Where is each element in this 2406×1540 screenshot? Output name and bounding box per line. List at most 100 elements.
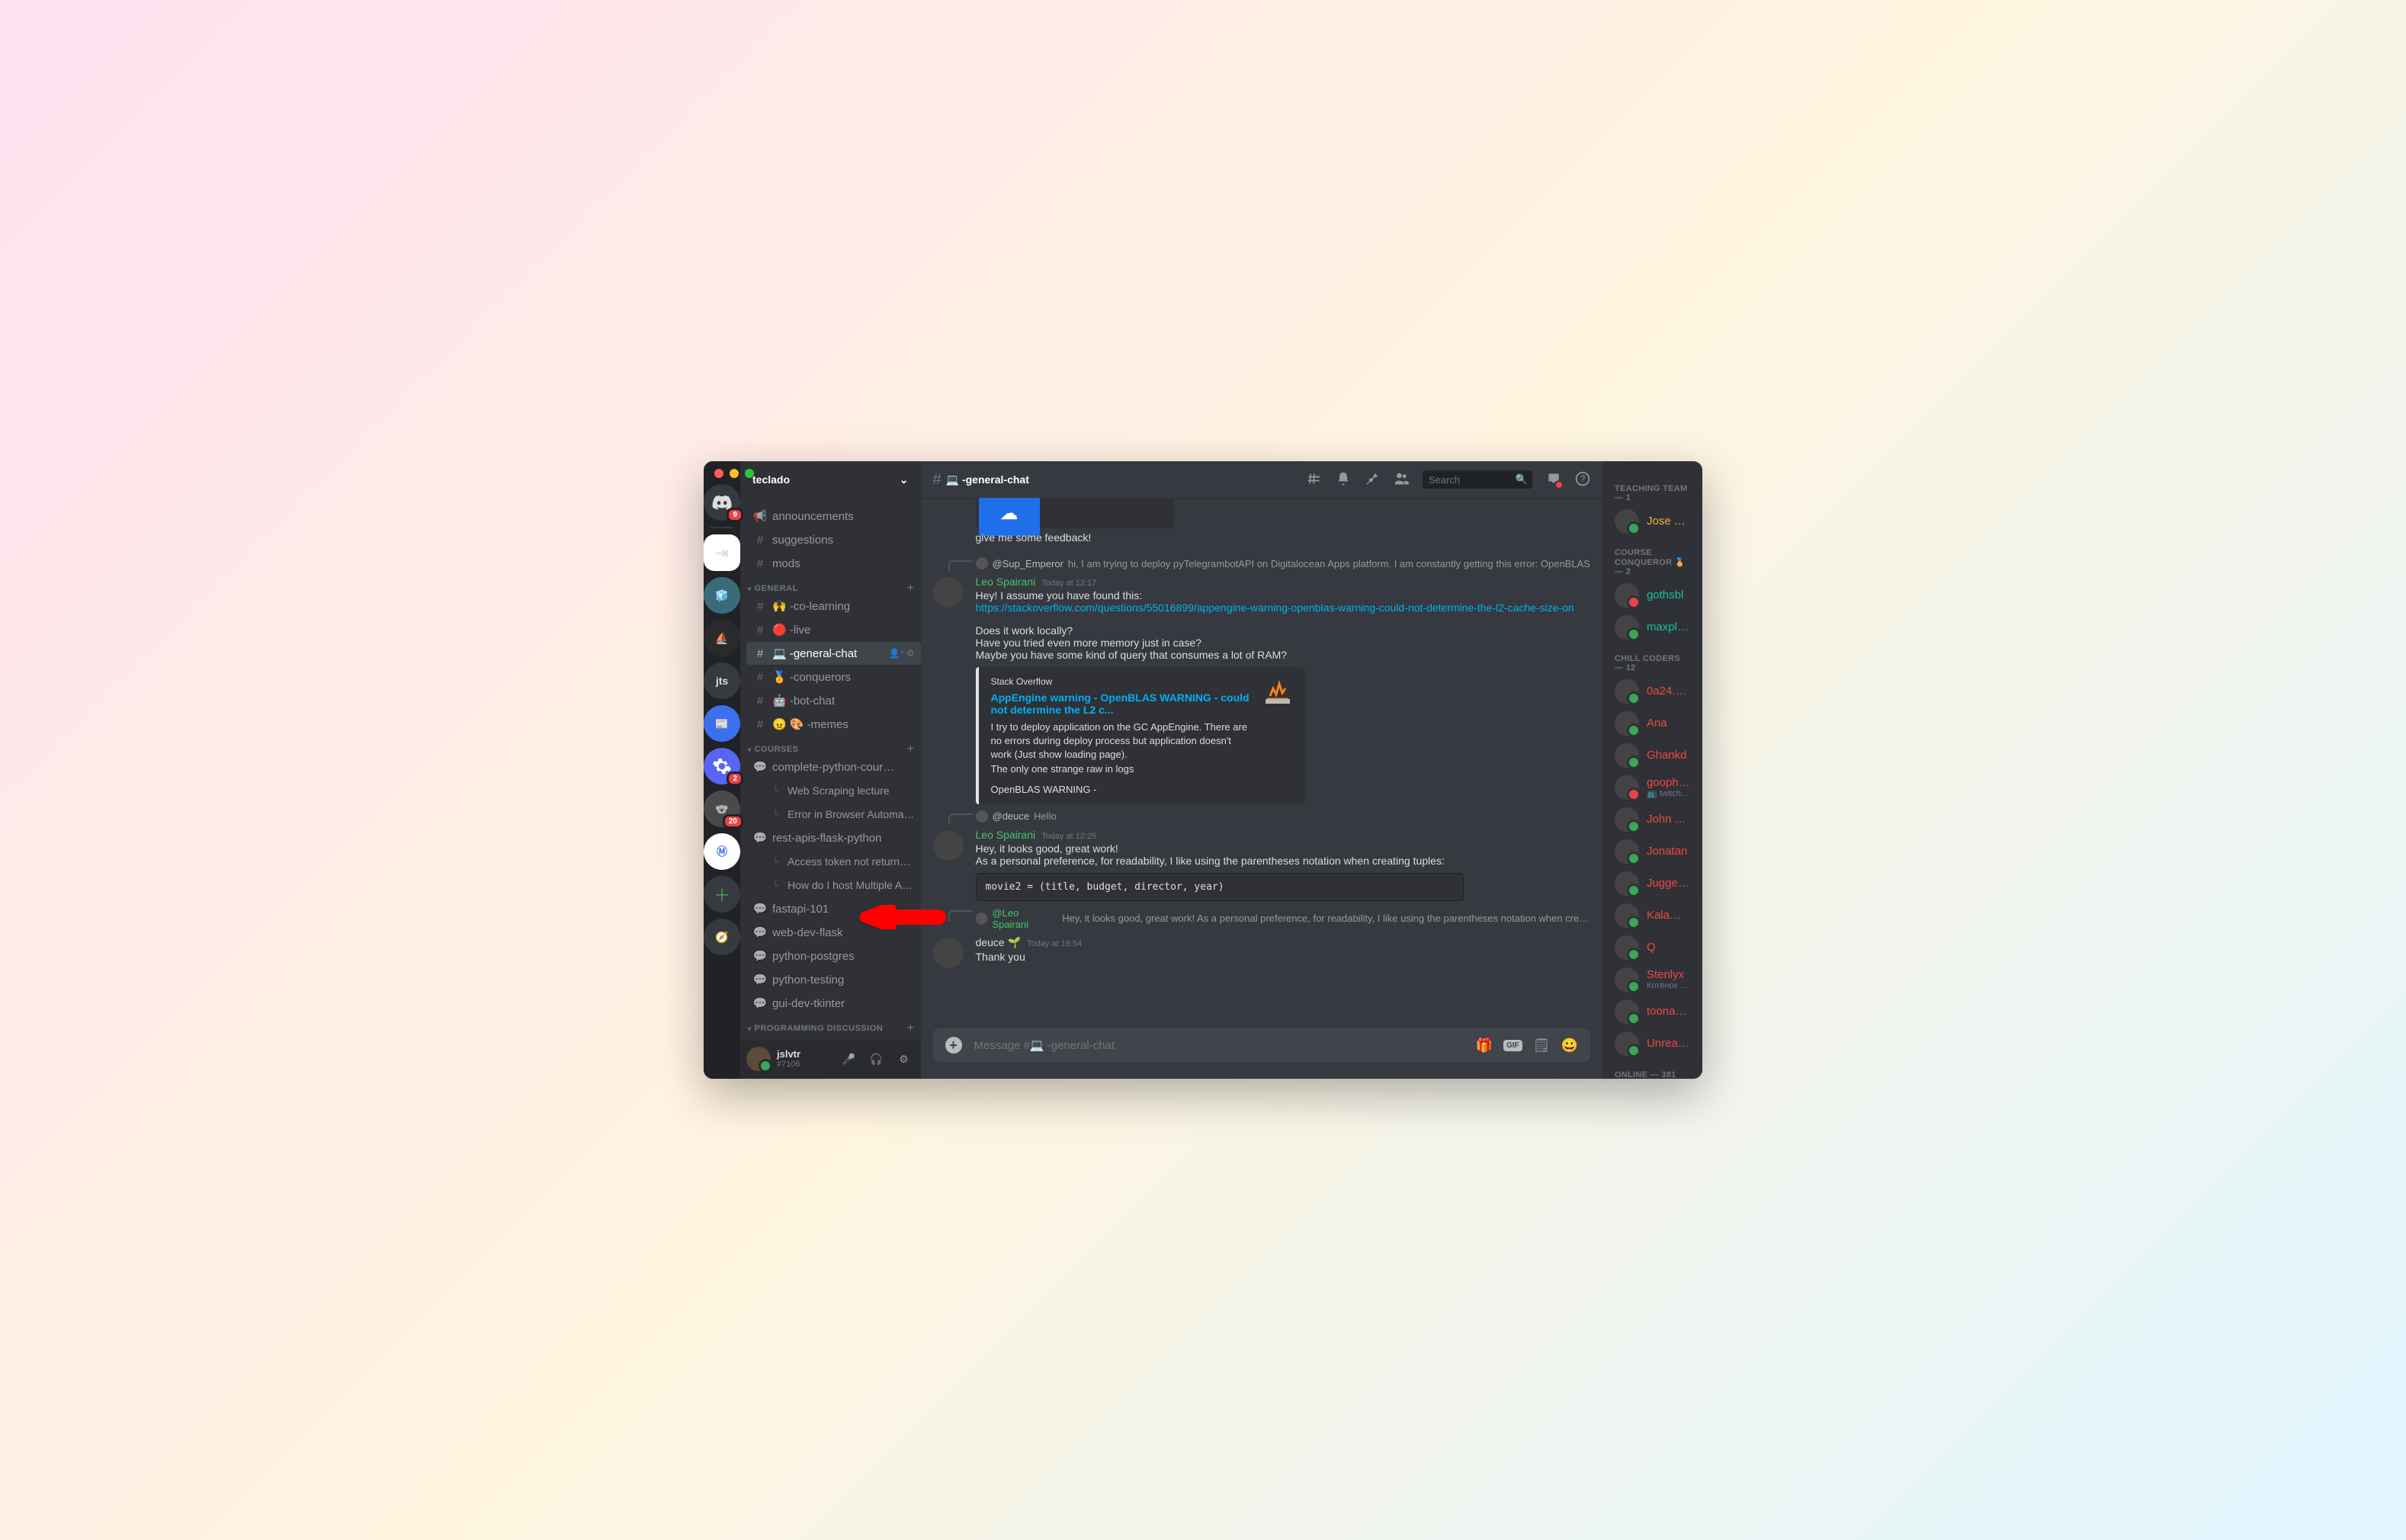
- chevron-down-icon: ▾: [748, 1025, 752, 1032]
- gift-button[interactable]: 🎁: [1476, 1038, 1493, 1054]
- server-item[interactable]: 2: [704, 748, 740, 784]
- user-names[interactable]: jslvtr #7106: [777, 1049, 832, 1069]
- server-item[interactable]: jts: [704, 663, 740, 699]
- role-header: CHILL CODERS — 12: [1609, 643, 1696, 675]
- message-author[interactable]: deuce 🌱: [976, 936, 1021, 949]
- member-item[interactable]: toonarmycaptain: [1609, 996, 1696, 1028]
- forum-channel[interactable]: 💬web-dev-flask: [746, 921, 921, 944]
- channel-label: Error in Browser Automa…: [788, 808, 915, 820]
- member-avatar: [1615, 999, 1639, 1024]
- server-item[interactable]: Ⓜ: [704, 833, 740, 870]
- reply-reference[interactable]: @Leo SpairaniHey, it looks good, great w…: [976, 903, 1590, 930]
- notifications-button[interactable]: [1336, 471, 1351, 489]
- attachment-preview[interactable]: ☁: [976, 498, 1174, 528]
- create-channel-button[interactable]: +: [907, 582, 915, 595]
- server-item[interactable]: 🧊: [704, 577, 740, 614]
- forum-channel[interactable]: 💬gui-dev-tkinter: [746, 992, 921, 1015]
- explore-servers-button[interactable]: 🧭: [704, 919, 740, 955]
- inbox-button[interactable]: [1546, 471, 1561, 489]
- deafen-button[interactable]: 🎧: [866, 1048, 887, 1070]
- reply-reference[interactable]: @Sup_Emperorhi, I am trying to deploy py…: [976, 553, 1590, 569]
- reply-avatar: [976, 913, 988, 925]
- forum-channel[interactable]: 💬python-testing: [746, 968, 921, 991]
- message-author[interactable]: Leo Spairani: [976, 576, 1036, 588]
- member-item[interactable]: Kalamitis: [1609, 900, 1696, 932]
- text-channel[interactable]: #🔴 -live: [746, 618, 921, 641]
- member-item[interactable]: Jonatan: [1609, 836, 1696, 868]
- member-item[interactable]: maxplayer: [1609, 611, 1696, 643]
- member-item[interactable]: John Strack: [1609, 804, 1696, 836]
- thread-item[interactable]: └How do I host Multiple A…: [746, 874, 921, 897]
- home-button[interactable]: 9: [704, 484, 740, 521]
- minimize-window-button[interactable]: [730, 469, 739, 478]
- forum-channel[interactable]: 💬fastapi-101: [746, 897, 921, 920]
- create-channel-button[interactable]: +: [907, 1022, 915, 1035]
- settings-button[interactable]: ⚙: [893, 1048, 915, 1070]
- close-window-button[interactable]: [714, 469, 723, 478]
- reply-reference[interactable]: @deuceHello: [976, 806, 1590, 823]
- threads-button[interactable]: [1307, 471, 1322, 489]
- member-avatar: [1615, 935, 1639, 960]
- message-link[interactable]: https://stackoverflow.com/questions/5501…: [976, 602, 1574, 614]
- category-header[interactable]: ▾PROGRAMMING DISCUSSION+: [746, 1015, 921, 1034]
- message-input[interactable]: [973, 1038, 1465, 1053]
- thread-item[interactable]: └Web Scraping lecture: [746, 779, 921, 802]
- maximize-window-button[interactable]: [745, 469, 754, 478]
- member-item[interactable]: Ghankd: [1609, 740, 1696, 772]
- text-channel[interactable]: #😠 🎨 -memes: [746, 713, 921, 736]
- reply-text: hi, I am trying to deploy pyTelegrambotA…: [1068, 558, 1590, 569]
- server-teclado[interactable]: ⇥: [704, 534, 740, 571]
- thread-item[interactable]: └Access token not return…: [746, 850, 921, 873]
- mute-button[interactable]: 🎤: [839, 1048, 860, 1070]
- member-item[interactable]: UnrealEugene: [1609, 1028, 1696, 1060]
- member-item[interactable]: Juggernaut2117: [1609, 868, 1696, 900]
- chat-icon: 💬: [752, 831, 768, 845]
- thread-item[interactable]: └Error in Browser Automa…: [746, 803, 921, 826]
- server-item[interactable]: ⛵: [704, 620, 740, 656]
- help-button[interactable]: ?: [1575, 471, 1590, 489]
- message-avatar[interactable]: [933, 938, 964, 968]
- text-channel[interactable]: #🏅 -conquerors: [746, 666, 921, 688]
- search-box[interactable]: 🔍: [1423, 470, 1532, 489]
- app-window: 9 ⇥ 🧊 ⛵ jts 📰 2 🐨20 Ⓜ ＋ 🧭 teclado ⌄ 📢ann…: [704, 461, 1702, 1079]
- gif-button[interactable]: GIF: [1503, 1040, 1522, 1051]
- member-item[interactable]: StenlyxКотёнок Лерочки <33: [1609, 964, 1696, 996]
- create-channel-button[interactable]: +: [907, 743, 915, 756]
- text-channel[interactable]: #💻 -general-chat👤⁺ ⚙: [746, 642, 921, 665]
- forum-channel[interactable]: 💬rest-apis-flask-python: [746, 826, 921, 849]
- text-channel[interactable]: #mods: [746, 552, 921, 575]
- text-channel[interactable]: 📢announcements: [746, 505, 921, 528]
- attach-button[interactable]: +: [945, 1037, 962, 1054]
- search-input[interactable]: [1427, 473, 1511, 486]
- text-channel[interactable]: #🤖 -bot-chat: [746, 689, 921, 712]
- chat-icon: 💬: [752, 996, 768, 1010]
- message-author[interactable]: Leo Spairani: [976, 829, 1036, 841]
- add-server-button[interactable]: ＋: [704, 876, 740, 913]
- gear-icon[interactable]: ⚙: [906, 648, 915, 659]
- reply-text: Hey, it looks good, great work! As a per…: [1062, 913, 1590, 924]
- member-item[interactable]: goophbal📺 twitch.tv/goophbal: [1609, 772, 1696, 804]
- category-header[interactable]: ▾COURSES+: [746, 736, 921, 755]
- invite-icon[interactable]: 👤⁺: [888, 648, 904, 659]
- category-header[interactable]: ▾GENERAL+: [746, 576, 921, 594]
- forum-channel[interactable]: 💬complete-python-cour…: [746, 756, 921, 778]
- members-toggle-button[interactable]: [1394, 471, 1409, 489]
- user-avatar[interactable]: [746, 1047, 771, 1071]
- text-channel[interactable]: #🙌 -co-learning: [746, 595, 921, 618]
- member-item[interactable]: Ana: [1609, 707, 1696, 740]
- member-item[interactable]: Jose Salvatierra 👑: [1609, 505, 1696, 537]
- pinned-button[interactable]: [1365, 471, 1380, 489]
- text-channel[interactable]: #suggestions: [746, 528, 921, 551]
- server-item[interactable]: 🐨20: [704, 791, 740, 827]
- member-item[interactable]: Q: [1609, 932, 1696, 964]
- message-avatar[interactable]: [933, 577, 964, 608]
- link-embed[interactable]: Stack OverflowAppEngine warning - OpenBL…: [976, 667, 1305, 804]
- forum-channel[interactable]: 💬python-postgres: [746, 945, 921, 967]
- emoji-button[interactable]: 😀: [1561, 1038, 1578, 1054]
- message-avatar[interactable]: [933, 830, 964, 861]
- server-item[interactable]: 📰: [704, 705, 740, 742]
- server-header[interactable]: teclado ⌄: [740, 461, 921, 498]
- sticker-button[interactable]: 🗒: [1533, 1038, 1551, 1054]
- member-item[interactable]: 0a24.x24TY: [1609, 675, 1696, 707]
- member-item[interactable]: gothsbl: [1609, 579, 1696, 611]
